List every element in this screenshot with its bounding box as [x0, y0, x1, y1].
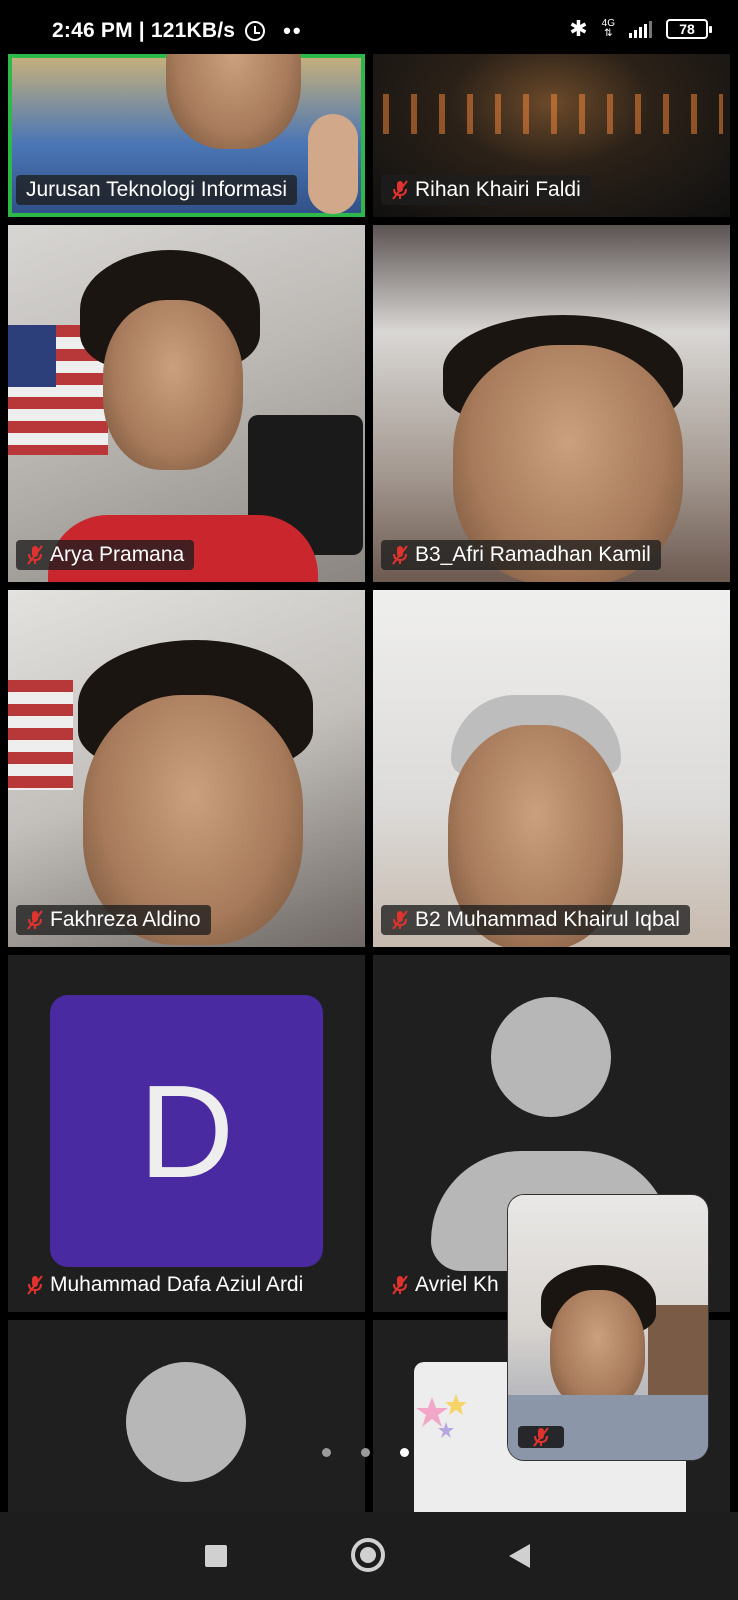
page-dot-active[interactable] — [400, 1448, 409, 1457]
page-indicator — [322, 1448, 409, 1457]
participant-name: B2 Muhammad Khairul Iqbal — [415, 908, 680, 931]
self-muted-indicator — [518, 1426, 564, 1448]
bluetooth-icon: ✱ — [569, 16, 588, 41]
status-bar: 2:46 PM | 121KB/s •• ✱ 4G ⇅ 78 — [0, 0, 738, 54]
participant-tile[interactable]: Rihan Khairi Faldi — [373, 54, 730, 217]
participant-name: Arya Pramana — [50, 543, 185, 566]
participant-tile[interactable]: Fakhreza Aldino — [8, 590, 365, 947]
clock: 2:46 PM — [52, 19, 133, 42]
background-lights — [383, 94, 723, 134]
muted-mic-icon — [391, 909, 409, 931]
participant-name-tag: B3_Afri Ramadhan Kamil — [381, 540, 661, 570]
back-button[interactable] — [509, 1544, 530, 1568]
network-speed: | 121KB/s — [138, 19, 236, 42]
flag-canton — [8, 325, 56, 387]
system-navigation-bar — [0, 1512, 738, 1600]
participant-tile[interactable]: B2 Muhammad Khairul Iqbal — [373, 590, 730, 947]
battery-icon: 78 — [666, 19, 712, 39]
page-dot[interactable] — [322, 1448, 331, 1457]
participant-name: Avriel Kh — [415, 1273, 499, 1296]
participant-name-tag: B2 Muhammad Khairul Iqbal — [381, 905, 690, 935]
signal-icon — [629, 20, 652, 38]
more-notifications-icon: •• — [283, 18, 303, 43]
participant-name-tag: Muhammad Dafa Aziul Ardi — [16, 1270, 313, 1300]
recent-apps-button[interactable] — [205, 1545, 227, 1567]
muted-mic-icon — [26, 909, 44, 931]
participant-name-tag: Fakhreza Aldino — [16, 905, 211, 935]
muted-mic-icon — [26, 1274, 44, 1296]
avatar-head — [491, 997, 611, 1117]
participant-name-tag: Arya Pramana — [16, 540, 195, 570]
participant-name-tag: Rihan Khairi Faldi — [381, 175, 591, 205]
stars-icon — [416, 1394, 467, 1438]
muted-mic-icon — [391, 544, 409, 566]
participant-tile[interactable]: D Muhammad Dafa Aziul Ardi — [8, 955, 365, 1312]
participant-tile[interactable] — [8, 1320, 365, 1512]
muted-mic-icon — [26, 544, 44, 566]
participant-name-tag: Avriel Kh — [381, 1270, 509, 1300]
avatar: D — [50, 995, 323, 1267]
participant-name: B3_Afri Ramadhan Kamil — [415, 543, 651, 566]
muted-mic-icon — [391, 179, 409, 201]
home-button[interactable] — [351, 1538, 385, 1572]
self-video-preview[interactable] — [508, 1195, 708, 1460]
background-furniture — [648, 1305, 708, 1405]
muted-mic-icon — [391, 1274, 409, 1296]
participant-tile[interactable]: Arya Pramana — [8, 225, 365, 582]
participant-name: Jurusan Teknologi Informasi — [26, 178, 288, 201]
participant-name-tag: Jurusan Teknologi Informasi — [16, 175, 298, 205]
network-type: 4G ⇅ — [601, 18, 615, 39]
participant-tile[interactable]: Jurusan Teknologi Informasi — [8, 54, 365, 217]
muted-mic-icon — [532, 1426, 550, 1448]
hand — [308, 114, 358, 214]
participant-tile[interactable]: B3_Afri Ramadhan Kamil — [373, 225, 730, 582]
participant-name: Muhammad Dafa Aziul Ardi — [50, 1273, 304, 1296]
flag-decoration — [8, 680, 73, 790]
page-dot[interactable] — [361, 1448, 370, 1457]
avatar-letter: D — [138, 1057, 235, 1205]
participant-name: Fakhreza Aldino — [50, 908, 201, 931]
participant-name: Rihan Khairi Faldi — [415, 178, 581, 201]
alarm-icon — [245, 21, 266, 41]
avatar-head — [126, 1362, 246, 1482]
